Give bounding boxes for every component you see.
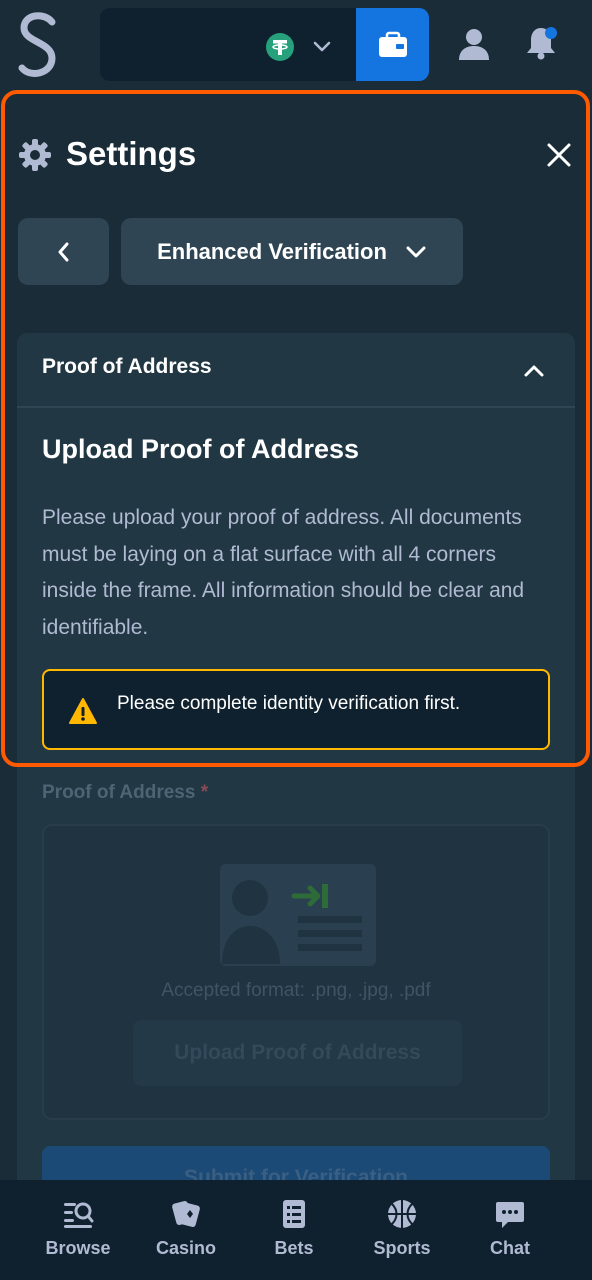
chevron-down-icon <box>406 246 426 257</box>
accepted-format-text: Accepted format: .png, .jpg, .pdf <box>161 980 431 1001</box>
chevron-left-icon <box>58 242 68 261</box>
user-icon[interactable] <box>456 26 492 62</box>
accordion-header[interactable]: Proof of Address <box>17 333 575 408</box>
warning-alert: Please complete identity verification fi… <box>42 669 550 750</box>
accordion-title: Proof of Address <box>42 355 212 378</box>
section-heading: Upload Proof of Address <box>42 434 360 464</box>
section-description: Please upload your proof of address. All… <box>42 506 525 639</box>
dropdown-label: Enhanced Verification <box>157 238 387 264</box>
browse-icon <box>64 1202 94 1228</box>
bets-icon <box>283 1200 305 1228</box>
nav-label: Browse <box>45 1238 111 1258</box>
wallet-icon <box>378 31 407 57</box>
id-document-icon <box>220 864 376 966</box>
field-label-text: Proof of Address <box>42 782 196 803</box>
nav-label: Bets <box>274 1238 314 1258</box>
tether-icon <box>266 33 294 61</box>
nav-chat[interactable]: Chat <box>456 1180 564 1280</box>
verification-type-dropdown[interactable]: Enhanced Verification <box>121 218 463 285</box>
alert-text: Please complete identity verification fi… <box>117 693 461 714</box>
warning-icon <box>69 698 97 724</box>
nav-label: Casino <box>155 1238 216 1258</box>
required-mark: * <box>200 782 209 803</box>
nav-bets[interactable]: Bets <box>240 1180 348 1280</box>
chevron-down-icon <box>313 41 331 52</box>
logo-icon[interactable] <box>14 10 62 80</box>
bottom-nav: Browse Casino Bets Sports Chat <box>0 1180 592 1280</box>
casino-icon <box>172 1200 200 1228</box>
gear-icon <box>19 139 51 171</box>
sports-icon <box>388 1200 416 1228</box>
chevron-up-icon <box>524 365 544 377</box>
page-title: Settings <box>66 135 197 172</box>
nav-casino[interactable]: Casino <box>132 1180 240 1280</box>
back-button[interactable] <box>18 218 109 285</box>
upload-button[interactable]: Upload Proof of Address <box>133 1020 462 1086</box>
wallet-button[interactable] <box>356 8 429 81</box>
nav-browse[interactable]: Browse <box>24 1180 132 1280</box>
nav-label: Chat <box>490 1238 530 1258</box>
top-bar <box>0 0 592 90</box>
close-icon[interactable] <box>542 138 576 172</box>
currency-selector[interactable] <box>100 8 358 81</box>
chat-icon <box>496 1202 524 1228</box>
nav-sports[interactable]: Sports <box>348 1180 456 1280</box>
bell-icon[interactable] <box>522 24 560 62</box>
upload-dropzone[interactable]: Accepted format: .png, .jpg, .pdf Upload… <box>42 824 550 1120</box>
nav-label: Sports <box>373 1238 431 1258</box>
field-label: Proof of Address * <box>42 782 208 804</box>
